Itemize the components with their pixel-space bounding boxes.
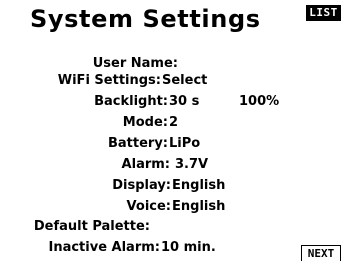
alarm-value-row: 3.7V [170,155,240,174]
backlight-brightness-value[interactable]: 100% [239,92,279,111]
display-label: Display: [112,178,171,193]
battery-value-row: LiPo [168,134,228,153]
mode-value[interactable]: 2 [169,113,178,132]
wifi-value-row: Select [161,71,261,90]
setting-row-backlight: Backlight: [0,92,168,111]
setting-row-voice: Voice: [0,197,171,216]
inactive-alarm-label: Inactive Alarm: [48,240,160,255]
voice-label: Voice: [126,199,171,214]
setting-row-battery: Battery: [0,134,168,153]
mode-label: Mode: [122,115,168,130]
alarm-value[interactable]: 3.7V [175,155,208,174]
wifi-settings-label: WiFi Settings: [57,73,161,88]
voice-language-value[interactable]: English [172,197,225,216]
mode-value-row: 2 [168,113,228,132]
display-value-row: English [171,176,251,195]
inactive-alarm-value-row: 10 min. [160,238,260,257]
alarm-label: Alarm: [121,157,170,172]
wifi-select-value[interactable]: Select [162,71,207,90]
setting-row-default-palette: Default Palette: [0,217,150,236]
voice-value-row: English [171,197,251,216]
page-title: System Settings [30,5,261,33]
next-button[interactable]: NEXT [301,245,341,261]
display-language-value[interactable]: English [172,176,225,195]
battery-value[interactable]: LiPo [169,134,200,153]
setting-row-alarm: Alarm: [0,155,170,174]
setting-row-wifi: WiFi Settings: [0,71,161,90]
list-button[interactable]: LIST [306,5,341,21]
battery-label: Battery: [107,136,168,151]
setting-row-display: Display: [0,176,171,195]
backlight-label: Backlight: [94,94,168,109]
backlight-value-row: 30 s 100% [168,92,298,111]
setting-row-mode: Mode: [0,113,168,132]
inactive-alarm-value[interactable]: 10 min. [161,238,216,257]
system-settings-screen: System Settings LIST User Name: WiFi Set… [0,0,343,261]
backlight-time-value[interactable]: 30 s [169,92,199,111]
default-palette-label: Default Palette: [33,219,150,234]
default-palette-value-row [150,217,230,236]
setting-row-inactive-alarm: Inactive Alarm: [0,238,160,257]
